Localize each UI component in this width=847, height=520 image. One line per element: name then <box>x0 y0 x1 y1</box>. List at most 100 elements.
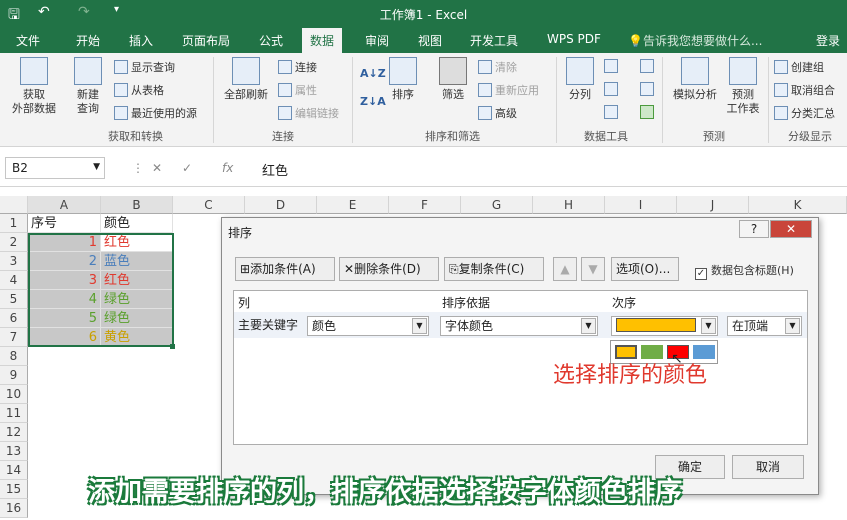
close-icon[interactable]: ✕ <box>770 220 812 238</box>
tell-me-search[interactable]: 💡告诉我您想要做什么... <box>628 32 762 49</box>
row-header[interactable]: 5 <box>0 290 28 309</box>
order-position-select[interactable]: 在顶端 ▼ <box>727 316 802 336</box>
sort-on-select[interactable]: 字体颜色 ▼ <box>440 316 598 336</box>
sort-label: 排序 <box>392 88 414 101</box>
tab-review[interactable]: 审阅 <box>365 32 389 49</box>
column-header-k[interactable]: K <box>749 196 847 214</box>
cell-b1[interactable]: 颜色 <box>101 214 173 233</box>
column-header-j[interactable]: J <box>677 196 749 214</box>
delete-level-button[interactable]: ✕删除条件(D) <box>339 257 439 281</box>
row-header[interactable]: 14 <box>0 461 28 480</box>
row-header[interactable]: 11 <box>0 404 28 423</box>
row-header[interactable]: 13 <box>0 442 28 461</box>
column-header-e[interactable]: E <box>317 196 389 214</box>
move-down-icon[interactable]: ▼ <box>581 257 605 281</box>
tab-insert[interactable]: 插入 <box>129 32 153 49</box>
copy-level-button[interactable]: ⎘复制条件(C) <box>444 257 544 281</box>
formula-input[interactable]: 红色 <box>262 160 288 179</box>
order-color-select[interactable]: ▼ <box>611 316 718 336</box>
column-header-g[interactable]: G <box>461 196 533 214</box>
tab-file[interactable]: 文件 <box>16 32 40 49</box>
data-validation-icon[interactable] <box>604 105 621 119</box>
flash-fill-icon[interactable] <box>604 59 621 73</box>
row-header[interactable]: 12 <box>0 423 28 442</box>
column-header-b[interactable]: B <box>101 196 173 214</box>
ungroup-button[interactable]: 取消组合 <box>774 82 835 98</box>
tab-home[interactable]: 开始 <box>76 32 100 49</box>
cell-a1[interactable]: 序号 <box>28 214 101 233</box>
tab-page-layout[interactable]: 页面布局 <box>182 32 230 49</box>
add-level-button[interactable]: ⊞添加条件(A) <box>235 257 335 281</box>
row-header[interactable]: 4 <box>0 271 28 290</box>
filter-label: 筛选 <box>442 88 464 101</box>
from-table-button[interactable]: 从表格 <box>114 82 164 98</box>
relationships-icon[interactable] <box>640 82 657 96</box>
column-header-a[interactable]: A <box>28 196 101 214</box>
insert-function-icon[interactable]: fx <box>222 161 233 175</box>
column-header-i[interactable]: I <box>605 196 677 214</box>
row-header[interactable]: 8 <box>0 347 28 366</box>
column-header-h[interactable]: H <box>533 196 605 214</box>
login-link[interactable]: 登录 <box>816 32 840 49</box>
select-all-corner[interactable] <box>0 196 28 214</box>
sort-za-icon[interactable]: Z↓A <box>360 95 386 108</box>
clear-button[interactable]: 清除 <box>478 59 517 75</box>
show-queries-button[interactable]: 显示查询 <box>114 59 175 75</box>
sort-az-icon[interactable]: A↓Z <box>360 67 386 80</box>
get-external-data-button[interactable]: 获取 外部数据 <box>6 57 62 116</box>
refresh-all-button[interactable]: 全部刷新 <box>220 57 272 102</box>
sort-button[interactable]: 排序 <box>386 57 420 102</box>
row-header[interactable]: 15 <box>0 480 28 499</box>
tab-wps-pdf[interactable]: WPS PDF <box>547 32 601 46</box>
row-header[interactable]: 3 <box>0 252 28 271</box>
what-if-analysis-button[interactable]: 模拟分析 <box>668 57 722 102</box>
column-header-f[interactable]: F <box>389 196 461 214</box>
forecast-sheet-button[interactable]: 预测 工作表 <box>722 57 764 116</box>
help-button[interactable]: ? <box>739 220 769 238</box>
recent-sources-button[interactable]: 最近使用的源 <box>114 105 197 121</box>
group-data-tools-label: 数据工具 <box>584 130 628 143</box>
advanced-filter-button[interactable]: 高级 <box>478 105 517 121</box>
row-header[interactable]: 10 <box>0 385 28 404</box>
edit-links-button[interactable]: 编辑链接 <box>278 105 339 121</box>
tab-view[interactable]: 视图 <box>418 32 442 49</box>
subtotal-button[interactable]: 分类汇总 <box>774 105 835 121</box>
column-header-d[interactable]: D <box>245 196 317 214</box>
header-checkbox[interactable]: ✓ 数据包含标题(H) <box>695 262 794 280</box>
tab-data[interactable]: 数据 <box>302 28 343 53</box>
enter-icon[interactable]: ✓ <box>182 161 192 175</box>
text-to-columns-button[interactable]: 分列 <box>562 57 598 102</box>
properties-label: 属性 <box>295 84 317 97</box>
cancel-icon[interactable]: ✕ <box>152 161 162 175</box>
data-model-icon[interactable] <box>640 105 657 119</box>
row-header[interactable]: 6 <box>0 309 28 328</box>
group-button[interactable]: 创建组 <box>774 59 824 75</box>
consolidate-icon[interactable] <box>640 59 657 73</box>
row-header[interactable]: 9 <box>0 366 28 385</box>
remove-duplicates-icon[interactable] <box>604 82 621 96</box>
table-icon <box>114 83 128 97</box>
sort-column-select[interactable]: 颜色 ▼ <box>307 316 429 336</box>
cancel-button[interactable]: 取消 <box>732 455 804 479</box>
chevron-down-icon[interactable]: ▼ <box>93 162 100 172</box>
row-header[interactable]: 16 <box>0 499 28 518</box>
tab-developer[interactable]: 开发工具 <box>470 32 518 49</box>
connections-button[interactable]: 连接 <box>278 59 317 75</box>
name-box[interactable]: B2 ▼ <box>5 157 105 179</box>
reapply-button[interactable]: 重新应用 <box>478 82 539 98</box>
row-header[interactable]: 2 <box>0 233 28 252</box>
move-up-icon[interactable]: ▲ <box>553 257 577 281</box>
row-header[interactable]: 7 <box>0 328 28 347</box>
dialog-title: 排序 <box>228 226 253 240</box>
sort-on-value: 字体颜色 <box>445 319 494 333</box>
properties-button[interactable]: 属性 <box>278 82 317 98</box>
sort-icon <box>389 57 417 85</box>
column-header-c[interactable]: C <box>173 196 245 214</box>
sort-dialog: 排序 ? ✕ ⊞添加条件(A) ✕删除条件(D) ⎘复制条件(C) ▲ ▼ 选项… <box>221 217 819 495</box>
tab-formulas[interactable]: 公式 <box>259 32 283 49</box>
new-query-button[interactable]: 新建 查询 <box>68 57 108 116</box>
fill-handle[interactable] <box>170 344 175 349</box>
options-button[interactable]: 选项(O)... <box>611 257 679 281</box>
filter-button[interactable]: 筛选 <box>436 57 470 102</box>
row-header[interactable]: 1 <box>0 214 28 233</box>
